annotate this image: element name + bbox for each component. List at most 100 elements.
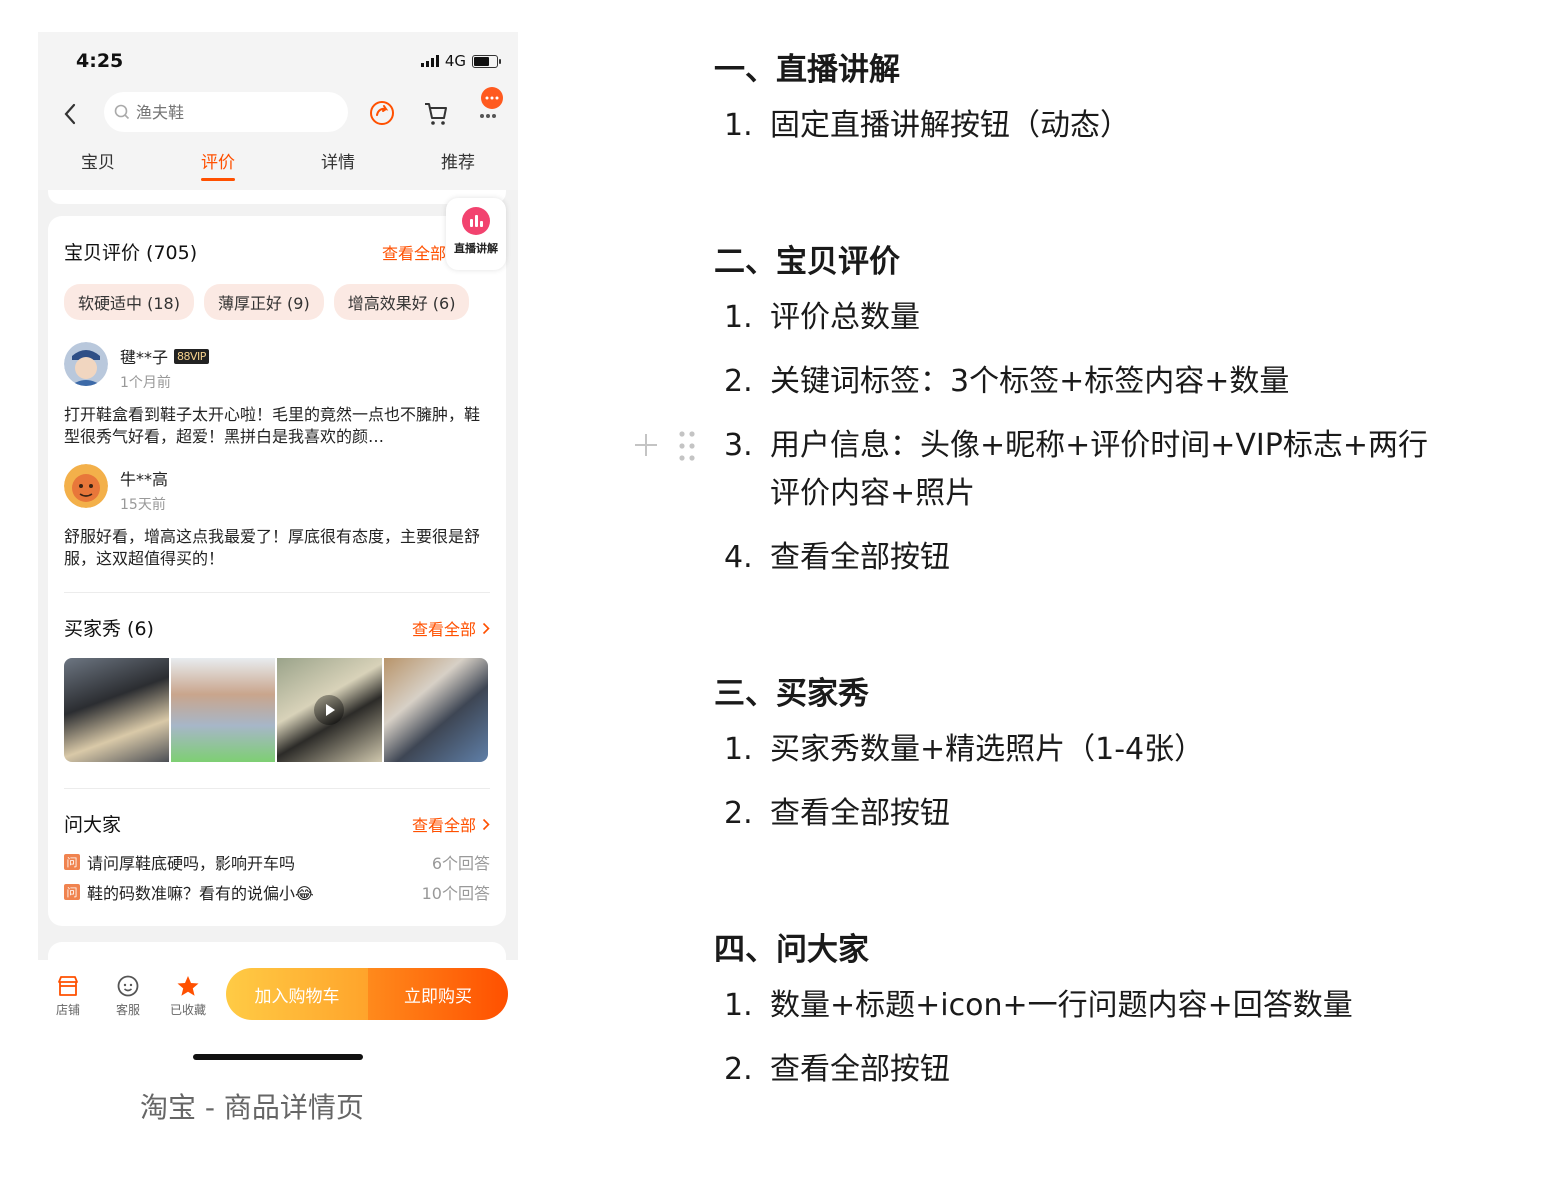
page-content: 宝贝评价 (705) 查看全部 软硬适中 (18) 薄厚正好 (9) 增高效果好… — [38, 190, 518, 960]
list-text: 查看全部按钮 — [770, 540, 950, 575]
list-item: 1. 买家秀数量+精选照片（1-4张） — [724, 726, 1204, 774]
shop-label: 店铺 — [55, 1003, 80, 1017]
question-item[interactable]: 问 鞋的码数准嘛？看有的说偏小😂 10个回答 — [64, 880, 490, 904]
list-number: 4. — [724, 540, 753, 575]
list-text: 查看全部按钮 — [770, 796, 950, 831]
service-button[interactable]: 客服 — [108, 974, 148, 1018]
buyer-photo[interactable] — [170, 658, 275, 762]
buyer-show-see-all-button[interactable]: 查看全部 — [412, 616, 490, 640]
chevron-right-icon — [482, 818, 490, 830]
ask-see-all-label: 查看全部 — [411, 816, 476, 835]
buyer-show-see-all-label: 查看全部 — [411, 620, 476, 639]
search-box[interactable] — [104, 92, 348, 132]
screenshot-caption: 淘宝 - 商品详情页 — [140, 1091, 364, 1124]
battery-icon — [472, 54, 501, 68]
shop-icon — [58, 976, 78, 996]
ask-see-all-button[interactable]: 查看全部 — [412, 812, 490, 836]
list-number: 1. — [724, 732, 753, 767]
live-explain-label: 直播讲解 — [454, 242, 498, 255]
tab-recommend[interactable]: 推荐 — [398, 148, 518, 183]
avatar — [64, 342, 108, 386]
play-icon[interactable] — [313, 694, 345, 726]
reviewer-info: 牛**高 15天前 — [64, 464, 490, 514]
tab-baobei[interactable]: 宝贝 — [38, 148, 158, 183]
section-heading: 二、宝贝评价 — [714, 244, 900, 280]
review-text: 打开鞋盒看到鞋子太开心啦！毛里的竟然一点也不臃肿，鞋型很秀气好看，超爱！黑拼白是… — [64, 405, 481, 446]
review-item[interactable]: 毽**子 88VIP 1个月前 打开鞋盒看到鞋子太开心啦！毛里的竟然一点也不臃肿… — [64, 342, 490, 448]
search-icon — [114, 104, 130, 120]
buyer-show-title: 买家秀 (6) — [64, 618, 154, 640]
top-nav: 宝贝 评价 详情 推荐 — [38, 87, 518, 190]
question-text: 鞋的码数准嘛？看有的说偏小😂 — [87, 884, 314, 903]
review-text: 舒服好看，增高这点我最爱了！厚底很有态度，主要很是舒服，这双超值得买的！ — [64, 527, 481, 568]
live-share-icon[interactable] — [368, 99, 396, 127]
add-block-icon[interactable] — [632, 431, 660, 459]
drag-handle-icon[interactable] — [676, 429, 698, 463]
next-card-edge — [48, 942, 506, 960]
buy-now-button[interactable]: 立即购买 — [368, 968, 508, 1020]
list-item: 3. 用户信息：头像+昵称+评价时间+VIP标志+两行 — [724, 422, 1428, 470]
list-number — [724, 470, 770, 518]
review-time: 1个月前 — [120, 375, 171, 391]
list-item: 2. 查看全部按钮 — [724, 790, 950, 838]
list-number: 3. — [724, 428, 753, 463]
more-message-icon[interactable] — [472, 86, 512, 126]
list-text: 数量+标题+icon+一行问题内容+回答数量 — [770, 988, 1353, 1023]
vip-badge: 88VIP — [174, 348, 209, 364]
favorited-label: 已收藏 — [169, 1003, 206, 1017]
avatar — [64, 464, 108, 508]
back-arrow-icon[interactable] — [62, 102, 78, 126]
reviews-see-all-button[interactable]: 查看全部 — [382, 240, 446, 264]
keyword-tag[interactable]: 薄厚正好 (9) — [203, 284, 324, 320]
question-item[interactable]: 问 请问厚鞋底硬吗，影响开车吗 6个回答 — [64, 850, 490, 874]
list-text: 查看全部按钮 — [770, 1052, 950, 1087]
keyword-tag[interactable]: 增高效果好 (6) — [333, 284, 470, 320]
answer-count: 6个回答 — [431, 854, 490, 873]
keyword-tags: 软硬适中 (18) 薄厚正好 (9) 增高效果好 (6) — [64, 284, 470, 320]
network-label: 4G — [444, 52, 466, 70]
shop-button[interactable]: 店铺 — [48, 974, 88, 1018]
section-heading: 三、买家秀 — [714, 676, 869, 712]
list-number: 1. — [724, 300, 753, 335]
live-explain-float-button[interactable]: 直播讲解 — [446, 198, 506, 270]
status-indicators: 4G — [420, 52, 501, 70]
list-number: 2. — [724, 1052, 753, 1087]
product-tabs: 宝贝 评价 详情 推荐 — [38, 148, 518, 183]
star-icon — [177, 976, 199, 996]
keyword-tag[interactable]: 软硬适中 (18) — [64, 284, 194, 320]
customer-service-icon — [117, 975, 139, 997]
tab-reviews[interactable]: 评价 — [158, 148, 278, 183]
divider — [64, 788, 490, 789]
list-number: 1. — [724, 108, 753, 143]
search-input[interactable] — [136, 102, 316, 122]
reviewer-info: 毽**子 88VIP 1个月前 — [64, 342, 490, 392]
list-number: 1. — [724, 988, 753, 1023]
status-bar: 4:25 4G — [38, 32, 518, 90]
section-heading: 四、问大家 — [714, 932, 869, 968]
review-item[interactable]: 牛**高 15天前 舒服好看，增高这点我最爱了！厚底很有态度，主要很是舒服，这双… — [64, 464, 490, 570]
question-icon: 问 — [64, 854, 80, 870]
buyer-photo[interactable] — [64, 658, 169, 762]
divider — [64, 592, 490, 593]
reviews-see-all-label: 查看全部 — [381, 244, 446, 263]
question-text: 请问厚鞋底硬吗，影响开车吗 — [87, 854, 296, 873]
section-heading: 一、直播讲解 — [714, 52, 900, 88]
list-item-continuation: 评价内容+照片 — [724, 470, 975, 518]
buyer-photo[interactable] — [277, 658, 382, 762]
answer-count: 10个回答 — [421, 884, 490, 903]
list-item: 2. 关键词标签：3个标签+标签内容+数量 — [724, 358, 1289, 406]
tab-details[interactable]: 详情 — [278, 148, 398, 183]
list-text: 评价内容+照片 — [770, 476, 976, 511]
list-number: 2. — [724, 364, 753, 399]
cart-icon[interactable] — [422, 99, 450, 127]
list-text: 用户信息：头像+昵称+评价时间+VIP标志+两行 — [770, 428, 1429, 463]
battery-fill — [474, 56, 490, 66]
list-item: 1. 固定直播讲解按钮（动态） — [724, 102, 1130, 150]
add-to-cart-button[interactable]: 加入购物车 — [226, 968, 368, 1020]
list-item: 1. 评价总数量 — [724, 294, 920, 342]
buyer-show-photos — [64, 658, 488, 762]
buyer-photo[interactable] — [383, 658, 488, 762]
list-item: 1. 数量+标题+icon+一行问题内容+回答数量 — [724, 982, 1353, 1030]
status-time: 4:25 — [76, 50, 124, 72]
favorite-button[interactable]: 已收藏 — [168, 974, 208, 1018]
